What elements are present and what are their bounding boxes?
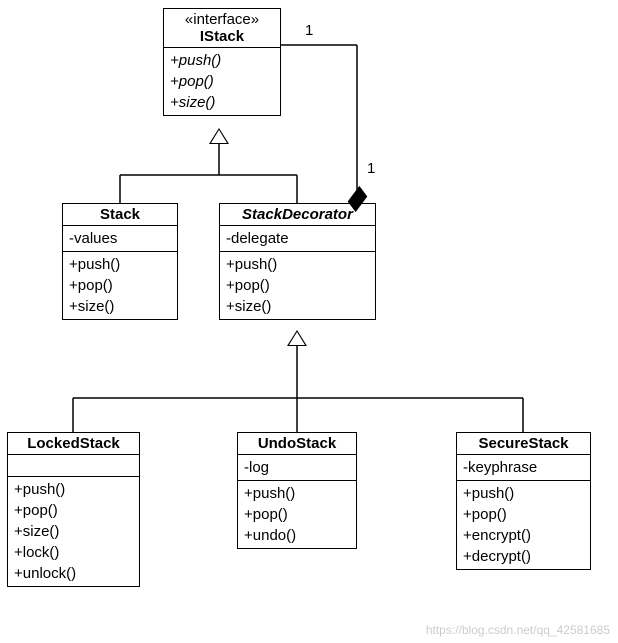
operations: +push() +pop() +size(): [164, 48, 280, 115]
operations: +push() +pop() +size(): [63, 252, 177, 319]
attributes: -log: [238, 455, 356, 481]
class-securestack: SecureStack -keyphrase +push() +pop() +e…: [456, 432, 591, 570]
class-name: SecureStack: [463, 435, 584, 452]
generalization-arrowhead-icon: [209, 128, 229, 144]
class-name: StackDecorator: [226, 206, 369, 223]
class-stackdecorator: StackDecorator -delegate +push() +pop() …: [219, 203, 376, 320]
class-title: UndoStack: [238, 433, 356, 455]
attributes: [8, 455, 139, 477]
generalization-arrowhead-icon: [287, 330, 307, 346]
class-title: Stack: [63, 204, 177, 226]
class-istack: «interface» IStack +push() +pop() +size(…: [163, 8, 281, 116]
operations: +push() +pop() +size() +lock() +unlock(): [8, 477, 139, 586]
operations: +push() +pop() +size(): [220, 252, 375, 319]
class-title: LockedStack: [8, 433, 139, 455]
class-name: UndoStack: [244, 435, 350, 452]
class-title: SecureStack: [457, 433, 590, 455]
attributes: -delegate: [220, 226, 375, 252]
operations: +push() +pop() +undo(): [238, 481, 356, 548]
class-title: «interface» IStack: [164, 9, 280, 48]
multiplicity-bottom: 1: [367, 160, 375, 177]
stereotype: «interface»: [170, 11, 274, 28]
multiplicity-top: 1: [305, 22, 313, 39]
class-stack: Stack -values +push() +pop() +size(): [62, 203, 178, 320]
operations: +push() +pop() +encrypt() +decrypt(): [457, 481, 590, 569]
class-undostack: UndoStack -log +push() +pop() +undo(): [237, 432, 357, 549]
watermark: https://blog.csdn.net/qq_42581685: [426, 623, 610, 637]
attributes: -values: [63, 226, 177, 252]
attributes: -keyphrase: [457, 455, 590, 481]
class-name: LockedStack: [14, 435, 133, 452]
class-lockedstack: LockedStack +push() +pop() +size() +lock…: [7, 432, 140, 587]
class-name: IStack: [170, 28, 274, 45]
class-name: Stack: [69, 206, 171, 223]
